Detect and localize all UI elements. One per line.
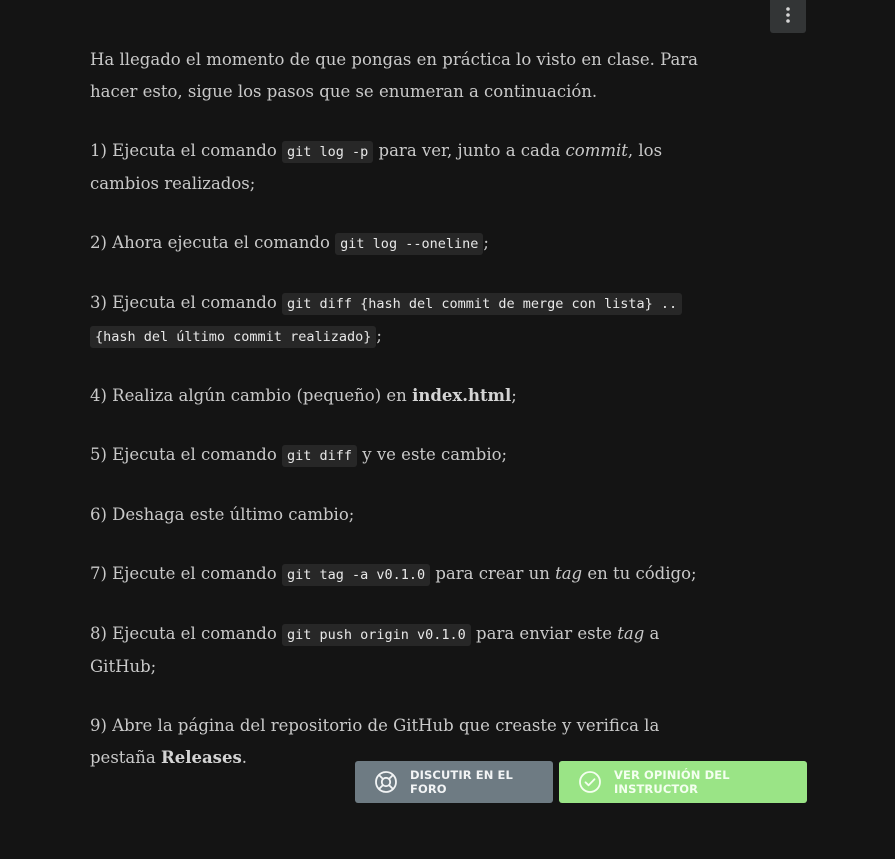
instructor-opinion-label: VER OPINIÓN DEL INSTRUCTOR bbox=[614, 768, 730, 796]
activity-content: Ha llegado el momento de que pongas en p… bbox=[90, 44, 730, 801]
step-3: 3) Ejecuta el comando git diff {hash del… bbox=[90, 287, 730, 353]
step-3-text-end: ; bbox=[376, 326, 382, 345]
step-5-code: git diff bbox=[282, 445, 358, 467]
step-5-text-end: y ve este cambio; bbox=[357, 445, 508, 464]
step-8-text: 8) Ejecuta el comando bbox=[90, 624, 282, 643]
step-8-code: git push origin v0.1.0 bbox=[282, 624, 471, 646]
instructor-opinion-button[interactable]: VER OPINIÓN DEL INSTRUCTOR bbox=[559, 761, 807, 803]
step-7-text-end: en tu código; bbox=[582, 564, 697, 583]
step-4-text: 4) Realiza algún cambio (pequeño) en bbox=[90, 386, 413, 405]
step-1-text-mid: para ver, junto a cada bbox=[373, 141, 566, 160]
step-9-text-end: . bbox=[241, 748, 247, 767]
step-1-code: git log -p bbox=[282, 141, 374, 163]
more-options-button[interactable] bbox=[770, 0, 806, 33]
step-8: 8) Ejecuta el comando git push origin v0… bbox=[90, 618, 730, 683]
step-2-code: git log --oneline bbox=[335, 233, 484, 255]
intro-paragraph: Ha llegado el momento de que pongas en p… bbox=[90, 50, 699, 101]
step-9-tab-name: Releases bbox=[160, 748, 242, 767]
discuss-forum-label: DISCUTIR EN EL FORO bbox=[410, 768, 513, 796]
step-7-text-mid: para crear un bbox=[430, 564, 556, 583]
step-4: 4) Realiza algún cambio (pequeño) en ind… bbox=[90, 380, 730, 412]
step-8-text-mid: para enviar este bbox=[470, 624, 618, 643]
step-2-text-end: ; bbox=[483, 233, 489, 252]
action-buttons: DISCUTIR EN EL FORO VER OPINIÓN DEL INST… bbox=[355, 761, 807, 803]
step-2-text: 2) Ahora ejecuta el comando bbox=[90, 233, 336, 252]
step-1-emphasis: commit bbox=[565, 141, 628, 160]
step-7-emphasis: tag bbox=[555, 564, 583, 583]
check-circle-icon bbox=[578, 770, 602, 794]
step-7: 7) Ejecute el comando git tag -a v0.1.0 … bbox=[90, 558, 730, 591]
step-1-text: 1) Ejecuta el comando bbox=[90, 141, 282, 160]
step-6: 6) Deshaga este último cambio; bbox=[90, 505, 355, 524]
step-5-text: 5) Ejecuta el comando bbox=[90, 445, 282, 464]
step-2: 2) Ahora ejecuta el comando git log --on… bbox=[90, 227, 730, 260]
step-3-code-part2: {hash del último commit realizado} bbox=[90, 326, 377, 348]
step-1: 1) Ejecuta el comando git log -p para ve… bbox=[90, 135, 730, 200]
lifebuoy-icon bbox=[374, 770, 398, 794]
step-3-text: 3) Ejecuta el comando bbox=[90, 293, 282, 312]
step-4-text-end: ; bbox=[511, 386, 517, 405]
step-8-emphasis: tag bbox=[617, 624, 645, 643]
step-5: 5) Ejecuta el comando git diff y ve este… bbox=[90, 439, 730, 472]
kebab-vertical-icon bbox=[786, 6, 790, 27]
step-4-filename: index.html bbox=[412, 386, 512, 405]
step-7-text: 7) Ejecute el comando bbox=[90, 564, 282, 583]
discuss-forum-button[interactable]: DISCUTIR EN EL FORO bbox=[355, 761, 553, 803]
step-7-code: git tag -a v0.1.0 bbox=[281, 564, 431, 586]
step-3-code-part1: git diff {hash del commit de merge con l… bbox=[282, 293, 683, 315]
